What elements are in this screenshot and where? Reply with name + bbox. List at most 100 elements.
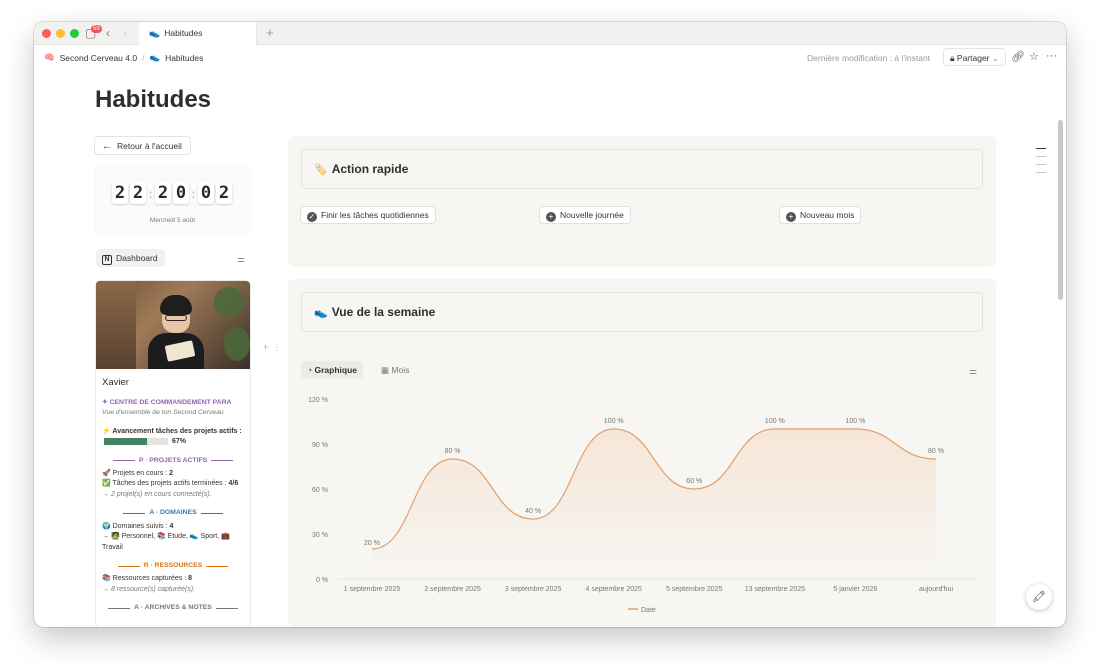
plant-shape <box>214 287 244 317</box>
back-arrow-icon[interactable]: ‹ <box>106 25 110 41</box>
clock-widget: 2 2 : 2 0 : 0 2 Mercredi 5 août <box>94 164 251 234</box>
quick-action-callout: 🏷️ Action rapide <box>301 149 983 189</box>
tab-mois[interactable]: ▦ Mois <box>375 361 415 379</box>
chevron-down-icon: ⌄ <box>991 53 1000 63</box>
y-tick-label: 90 % <box>312 442 328 449</box>
ai-assistant-button[interactable]: 🖍 <box>1026 584 1052 610</box>
data-label: 80 % <box>928 448 944 455</box>
toc-line[interactable] <box>1036 148 1046 149</box>
progress-value: 67% <box>171 438 186 446</box>
topbar: 🧠 Second Cerveau 4.0 / 👟 Habitudes Derni… <box>34 46 1066 68</box>
sneaker-icon: 👟 <box>149 52 161 62</box>
y-tick-label: 0 % <box>316 577 328 584</box>
breadcrumb: 🧠 Second Cerveau 4.0 / 👟 Habitudes <box>44 52 203 63</box>
clock-date: Mercredi 5 août <box>149 217 196 224</box>
section-header-domains: A · DOMAINES <box>102 508 244 518</box>
sneaker-icon: 👟 <box>314 307 328 319</box>
star-icon[interactable]: ☆ <box>1029 50 1039 63</box>
data-label: 100 % <box>604 418 624 425</box>
x-tick-label: 1 septembre 2025 <box>344 586 401 593</box>
settings-sliders-icon[interactable]: ⚌ <box>237 254 245 265</box>
projects-tasks-value: 4/6 <box>228 480 239 488</box>
section-header-projects: P · PROJETS ACTIFS <box>102 456 244 466</box>
settings-sliders-icon[interactable]: ⚌ <box>969 366 977 377</box>
share-label: Partager <box>956 53 990 63</box>
x-tick-label: 13 septembre 2025 <box>745 586 805 593</box>
breadcrumb-item-root[interactable]: Second Cerveau 4.0 <box>60 53 138 63</box>
profile-card-body: Xavier ✦ CENTRE DE COMMANDEMENT PARA Vue… <box>96 369 250 622</box>
tab-graphique[interactable]: ◔ Graphique <box>301 361 364 379</box>
scrollbar[interactable] <box>1058 120 1063 300</box>
profile-card[interactable]: Xavier ✦ CENTRE DE COMMANDEMENT PARA Vue… <box>95 280 251 627</box>
quick-action-title: Action rapide <box>331 162 409 176</box>
plus-circle-icon: + <box>786 212 796 222</box>
forward-arrow-icon[interactable]: › <box>123 25 127 41</box>
toc-line[interactable] <box>1036 172 1046 173</box>
domains-header: A · DOMAINES <box>149 509 197 517</box>
x-tick-label: 4 septembre 2025 <box>585 586 642 593</box>
tab-graphique-label: Graphique <box>314 365 358 375</box>
x-tick-label: aujourd'hui <box>919 586 953 593</box>
new-day-button[interactable]: + Nouvelle journée <box>539 206 631 224</box>
chart-clock-icon: ◔ <box>307 365 313 375</box>
finish-daily-tasks-label: Finir les tâches quotidiennes <box>321 210 429 220</box>
projects-in-progress-value: 2 <box>169 469 173 477</box>
habit-chart: 0 % 30 % 60 % 90 % 120 % 1 septembre 2025 2 se… <box>308 397 976 614</box>
clock-digits: 2 2 : 2 0 : 0 2 <box>112 182 232 204</box>
data-label: 80 % <box>445 448 461 455</box>
tab-habitudes[interactable]: 👟 Habitudes <box>139 22 257 45</box>
x-tick-label: 5 septembre 2025 <box>666 586 723 593</box>
notion-icon: N <box>102 255 112 265</box>
close-window-button[interactable] <box>42 29 51 38</box>
week-view-title: Vue de la semaine <box>331 305 436 319</box>
section-header-archives: A · ARCHIVES & NOTES <box>102 603 244 613</box>
week-view-panel: 👟 Vue de la semaine ◔ Graphique ▦ Mois ⚌ … <box>288 279 996 627</box>
projects-in-progress-label: 🚀 Projets en cours : <box>102 469 168 477</box>
notification-badge: 59 <box>91 25 102 33</box>
clock-colon: : <box>191 185 196 201</box>
y-tick-label: 120 % <box>308 397 328 404</box>
arrow-left-icon: ← <box>102 141 112 152</box>
domains-followed-value: 4 <box>169 522 174 530</box>
clock-digit: 0 <box>198 182 214 204</box>
more-icon[interactable]: ··· <box>1046 50 1057 62</box>
back-home-button[interactable]: ← Retour à l'accueil <box>94 136 191 155</box>
x-tick-label: 2 septembre 2025 <box>424 586 481 593</box>
resources-captured-value: 8 <box>188 575 193 583</box>
dashboard-label: Dashboard <box>116 253 158 263</box>
finish-daily-tasks-button[interactable]: ✓ Finir les tâches quotidiennes <box>300 206 436 224</box>
share-button[interactable]: 🔒︎ Partager ⌄ <box>943 48 1007 66</box>
minimize-window-button[interactable] <box>56 29 65 38</box>
new-day-label: Nouvelle journée <box>560 210 624 220</box>
dashboard-view-tab[interactable]: N Dashboard <box>96 249 165 267</box>
tab-mois-label: Mois <box>391 365 410 375</box>
maximize-window-button[interactable] <box>70 29 79 38</box>
link-icon[interactable]: 🔗︎ <box>1011 50 1025 63</box>
toc-line[interactable] <box>1036 164 1046 165</box>
clock-digit: 0 <box>173 182 189 204</box>
quick-action-panel: 🏷️ Action rapide ✓ Finir les tâches quotid… <box>288 136 996 267</box>
projects-in-progress: 🚀 Projets en cours : 2 <box>102 469 244 480</box>
tag-icon: 🏷️ <box>314 164 328 176</box>
resources-header: R · RESSOURCES <box>143 562 203 569</box>
clock-digit: 2 <box>130 182 146 204</box>
new-tab-button[interactable]: + <box>266 25 274 40</box>
new-month-label: Nouveau mois <box>800 210 855 220</box>
projects-tasks: ✅ Tâches des projets actifs terminées : … <box>102 479 244 490</box>
new-month-button[interactable]: + Nouveau mois <box>779 206 862 224</box>
domains-list: → 🧑‍🏫 Personnel, 📚 Etude, 👟 Sport, 💼 Tra… <box>102 533 230 551</box>
sneaker-icon: 👟 <box>149 28 161 38</box>
last-modified-text: Dernière modification : à l'instant <box>807 53 931 63</box>
toc-line[interactable] <box>1036 156 1046 157</box>
x-tick-label: 5 janvier 2026 <box>833 586 877 593</box>
tab-label: Habitudes <box>164 28 203 38</box>
section-header-resources: R · RESSOURCES <box>102 561 244 571</box>
clock-digit: 2 <box>155 182 171 204</box>
breadcrumb-item-current[interactable]: Habitudes <box>165 53 203 63</box>
clock-colon: : <box>148 185 153 201</box>
week-view-callout: 👟 Vue de la semaine <box>301 292 983 332</box>
projects-connected-note: → 2 projet(s) en cours connecté(s). <box>102 490 212 498</box>
progress-bar <box>104 437 168 445</box>
table-of-contents[interactable] <box>1036 148 1046 180</box>
breadcrumb-separator: / <box>142 52 145 63</box>
